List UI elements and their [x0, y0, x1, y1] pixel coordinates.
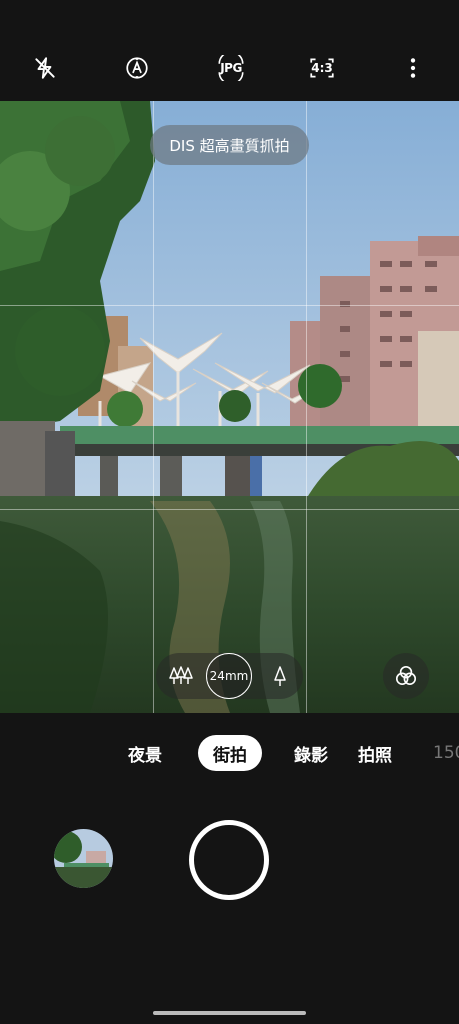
filter-circles-icon[interactable]	[383, 653, 429, 699]
flash-off-icon[interactable]	[29, 52, 61, 84]
mode-street-active[interactable]: 街拍	[198, 735, 262, 771]
grid-line	[306, 101, 307, 713]
mode-switcher: 夜景 街拍 錄影 拍照 150	[0, 735, 459, 771]
gallery-thumbnail[interactable]	[54, 829, 113, 888]
capture-mode-pill[interactable]: DIS 超高畫質抓拍	[150, 125, 309, 165]
aspect-ratio-button[interactable]: 4:3	[305, 52, 339, 84]
zoom-24mm-button[interactable]: 24mm	[206, 653, 252, 699]
mode-150[interactable]: 150	[433, 735, 459, 771]
mode-night[interactable]: 夜景	[128, 735, 162, 771]
scene-image	[0, 101, 459, 713]
shutter-button[interactable]	[189, 820, 269, 900]
mode-photo[interactable]: 拍照	[358, 735, 392, 771]
grid-line	[0, 305, 459, 306]
grid-line	[0, 509, 459, 510]
auto-mode-icon[interactable]	[121, 52, 153, 84]
tree-tele-icon[interactable]	[264, 653, 296, 699]
zoom-value: 24mm	[209, 669, 249, 683]
zoom-selector: 24mm	[156, 653, 303, 699]
home-indicator[interactable]	[153, 1011, 306, 1015]
grid-line	[153, 101, 154, 713]
format-button[interactable]: JPG	[213, 52, 249, 84]
top-toolbar: JPG 4:3	[0, 0, 459, 101]
more-vertical-icon[interactable]	[397, 52, 429, 84]
format-label: JPG	[220, 61, 242, 75]
aspect-ratio-label: 4:3	[311, 61, 333, 75]
capture-mode-label: DIS 超高畫質抓拍	[169, 136, 290, 155]
trees-wide-icon[interactable]	[164, 653, 198, 699]
mode-video[interactable]: 錄影	[294, 735, 328, 771]
camera-viewfinder[interactable]	[0, 101, 459, 713]
